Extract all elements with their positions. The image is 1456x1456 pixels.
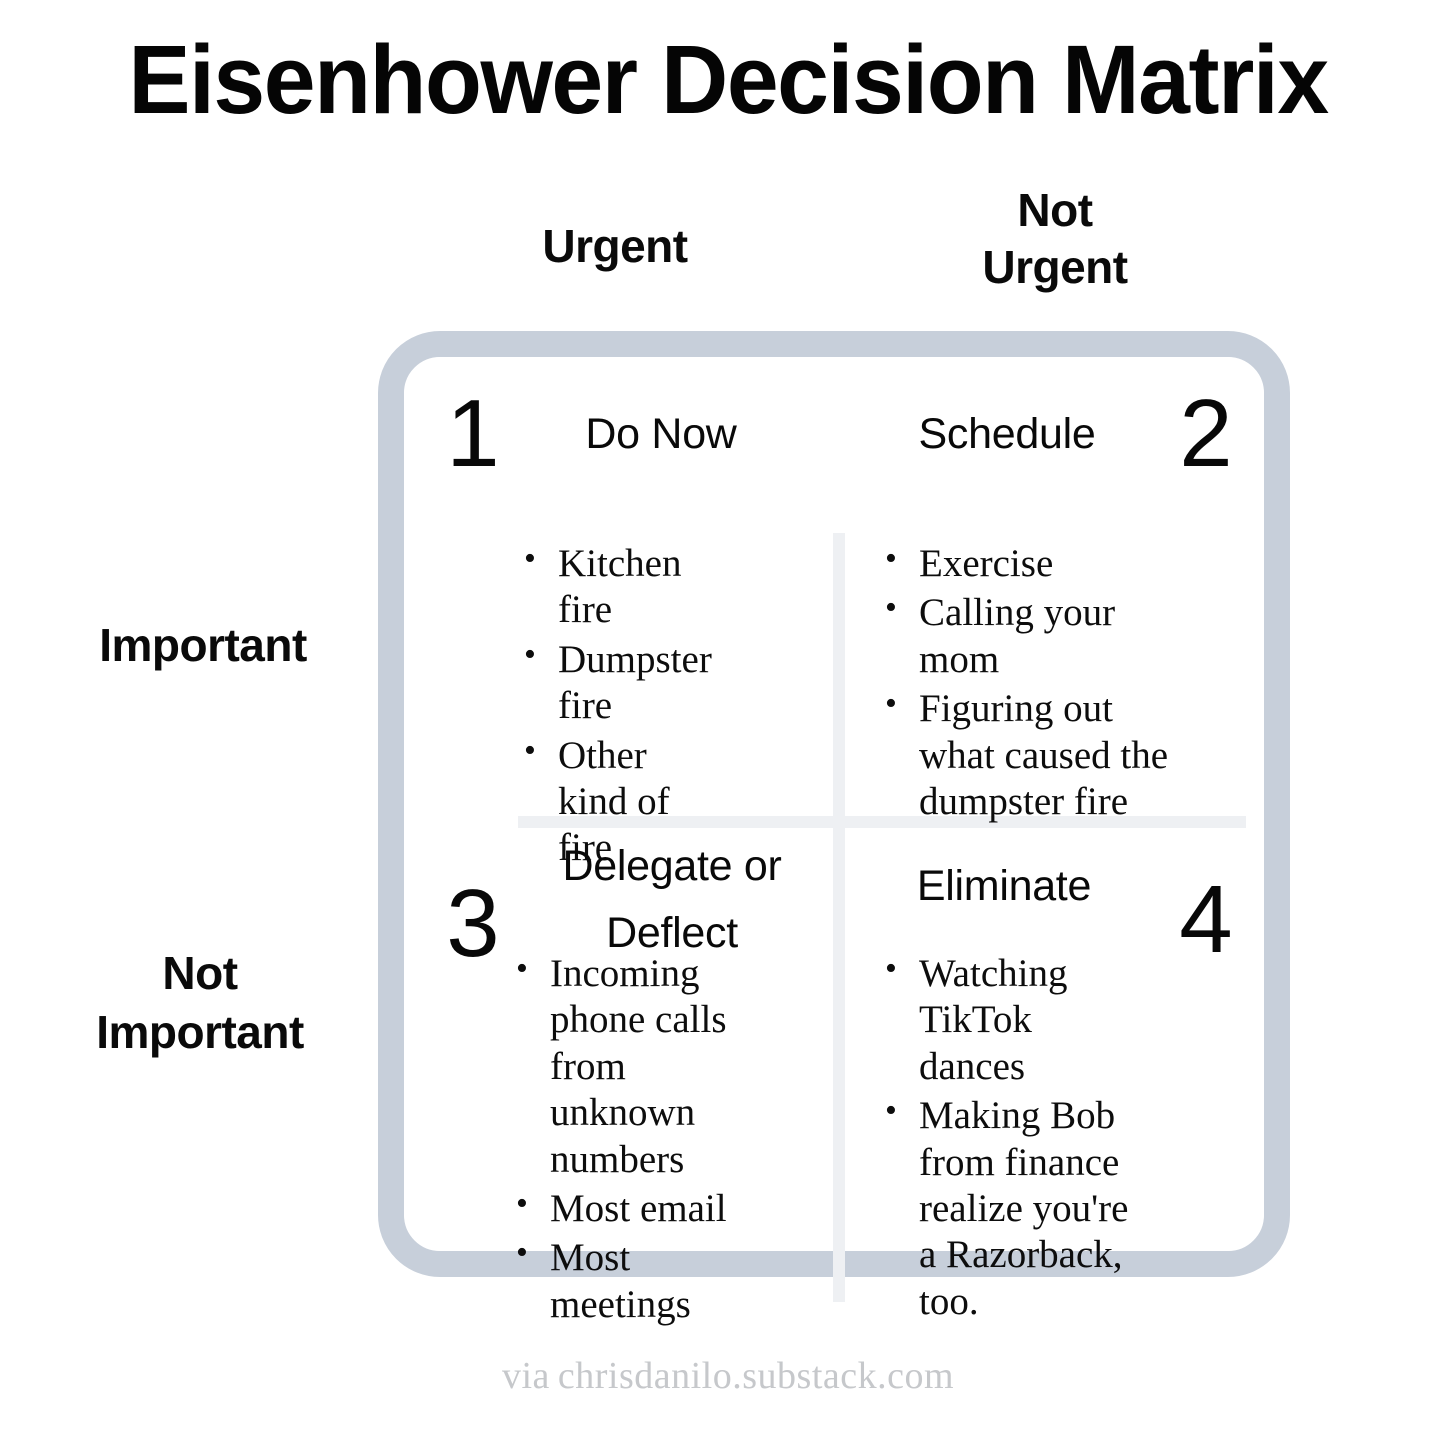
- quadrant-3-number: 3: [446, 870, 500, 977]
- column-header-not-urgent: Not Urgent: [895, 182, 1215, 295]
- quadrant-1-list: Kitchen fire Dumpster fire Other kind of…: [430, 509, 720, 872]
- quadrant-4-number: 4: [1179, 866, 1233, 973]
- column-header-urgent-label: Urgent: [542, 220, 688, 272]
- list-item: Most meetings: [516, 1233, 735, 1328]
- row-header-not-important-label: Not Important: [96, 947, 304, 1058]
- attribution-source-link[interactable]: chrisdanilo.substack.com: [558, 1355, 954, 1397]
- list-item: Kitchen fire: [524, 539, 720, 634]
- column-header-not-urgent-label: Not Urgent: [982, 184, 1128, 293]
- quadrant-4-eliminate: 4 Eliminate Watching TikTok dances Makin…: [845, 827, 1249, 1323]
- list-item: Watching TikTok dances: [885, 949, 1135, 1090]
- attribution-via-label: via: [501, 1355, 550, 1397]
- list-item: Dumpster fire: [524, 635, 720, 730]
- quadrant-3-title: Delegate or Deflect: [562, 842, 782, 957]
- quadrant-1-title: Do Now: [585, 410, 737, 458]
- quadrant-1-number: 1: [446, 380, 500, 487]
- page-title: Eisenhower Decision Matrix: [128, 25, 1329, 134]
- quadrant-1-header: 1 Do Now: [430, 380, 834, 509]
- list-item: Exercise: [885, 539, 1175, 587]
- quadrant-4-title: Eliminate: [916, 862, 1092, 910]
- list-item: Calling your mom: [885, 588, 1175, 683]
- quadrant-2-title: Schedule: [918, 410, 1096, 458]
- source-attribution: via chrisdanilo.substack.com: [0, 1354, 1456, 1398]
- matrix-inner: 1 Do Now Kitchen fire Dumpster fire Othe…: [404, 357, 1264, 1326]
- matrix-frame: 1 Do Now Kitchen fire Dumpster fire Othe…: [378, 331, 1290, 1326]
- quadrant-2-number: 2: [1179, 380, 1233, 487]
- row-header-not-important: Not Important: [30, 944, 370, 1062]
- quadrant-2-schedule: 2 Schedule Exercise Calling your mom Fig…: [845, 380, 1249, 823]
- quadrant-3-list: Incoming phone calls from unknown number…: [430, 949, 735, 1328]
- list-item: Figuring out what caused the dumpster fi…: [885, 684, 1175, 825]
- list-item: Most email: [516, 1184, 735, 1232]
- quadrant-2-header: 2 Schedule: [845, 380, 1249, 509]
- quadrant-2-list: Exercise Calling your mom Figuring out w…: [845, 509, 1175, 825]
- quadrant-3-delegate-or-deflect: 3 Delegate or Deflect Incoming phone cal…: [430, 827, 834, 1326]
- list-item: Making Bob from finance realize you're a…: [885, 1091, 1135, 1325]
- row-header-important: Important: [38, 616, 368, 675]
- quadrant-3-header: 3 Delegate or Deflect: [430, 827, 834, 972]
- row-header-important-label: Important: [99, 619, 307, 671]
- quadrant-1-do-now: 1 Do Now Kitchen fire Dumpster fire Othe…: [430, 380, 834, 869]
- quadrant-4-header: 4 Eliminate: [845, 827, 1249, 968]
- column-header-urgent: Urgent: [455, 218, 775, 275]
- list-item: Incoming phone calls from unknown number…: [516, 949, 735, 1183]
- quadrant-4-list: Watching TikTok dances Making Bob from f…: [845, 949, 1135, 1325]
- matrix-vertical-divider: [833, 533, 845, 1302]
